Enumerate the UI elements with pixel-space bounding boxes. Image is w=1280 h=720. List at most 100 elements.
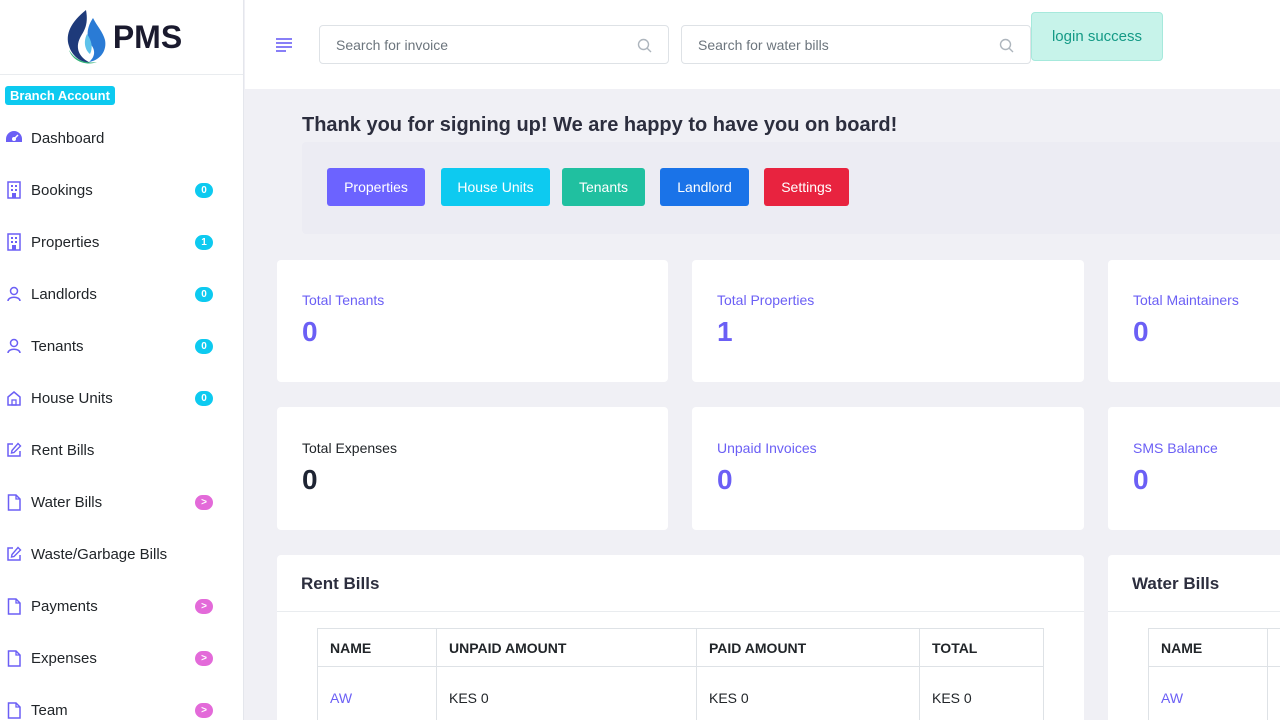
branch-account-badge: Branch Account bbox=[5, 86, 115, 105]
stat-value: 0 bbox=[1133, 316, 1149, 347]
stat-label: Total Tenants bbox=[302, 292, 385, 308]
invoice-search-box bbox=[319, 25, 669, 64]
login-success-toast: login success bbox=[1031, 12, 1163, 61]
stat-value: 0 bbox=[1133, 464, 1149, 495]
menu-toggle-icon[interactable] bbox=[275, 36, 293, 52]
rent-bills-title: Rent Bills bbox=[301, 574, 380, 593]
count-badge: 0 bbox=[195, 390, 213, 406]
stat-label: Total Expenses bbox=[302, 440, 397, 456]
expand-badge: > bbox=[195, 494, 213, 510]
count-badge: 0 bbox=[195, 182, 213, 198]
sidebar-item-label: House Units bbox=[31, 389, 113, 407]
count-badge: 0 bbox=[195, 286, 213, 302]
stat-card-total-tenants[interactable]: Total Tenants 0 bbox=[277, 260, 668, 382]
name-cell: AW bbox=[317, 666, 437, 720]
column-header: PAID AMOUNT bbox=[696, 628, 920, 667]
welcome-title: Thank you for signing up! We are happy t… bbox=[302, 114, 898, 136]
house-units-button[interactable]: House Units bbox=[441, 168, 550, 206]
landlord-button[interactable]: Landlord bbox=[660, 168, 749, 206]
dashboard-icon bbox=[5, 129, 23, 147]
stat-value: 0 bbox=[717, 464, 733, 495]
stat-label: Total Properties bbox=[717, 292, 815, 308]
sidebar-item-label: Bookings bbox=[31, 181, 93, 199]
water-bills-search-input[interactable] bbox=[682, 36, 982, 53]
invoice-search-input[interactable] bbox=[320, 36, 620, 53]
sidebar-item-properties[interactable]: Properties 1 bbox=[0, 216, 243, 268]
file-icon bbox=[5, 597, 23, 615]
sidebar-item-label: Properties bbox=[31, 233, 100, 251]
settings-button[interactable]: Settings bbox=[764, 168, 849, 206]
tenant-name-link[interactable]: AW bbox=[1161, 690, 1183, 706]
stat-label: SMS Balance bbox=[1133, 440, 1218, 456]
quick-actions: Properties House Units Tenants Landlord … bbox=[302, 142, 1280, 234]
file-icon bbox=[5, 649, 23, 667]
column-header: UNPAID AMOUNT bbox=[436, 628, 697, 667]
expand-badge: > bbox=[195, 702, 213, 718]
sidebar-item-waste-garbage-bills[interactable]: Waste/Garbage Bills bbox=[0, 528, 243, 580]
divider bbox=[1108, 611, 1280, 612]
water-bills-card: Water Bills NAME AW bbox=[1108, 555, 1280, 720]
tenants-button[interactable]: Tenants bbox=[562, 168, 645, 206]
flame-logo-icon bbox=[67, 10, 106, 64]
sidebar-item-bookings[interactable]: Bookings 0 bbox=[0, 164, 243, 216]
empty-cell bbox=[1267, 666, 1280, 720]
water-bills-table: NAME AW bbox=[1148, 628, 1280, 720]
sidebar-menu: Dashboard Bookings 0 Properties 1 Landlo… bbox=[0, 112, 243, 720]
sidebar-item-label: Payments bbox=[31, 597, 98, 615]
building-icon bbox=[5, 233, 23, 251]
edit-icon bbox=[5, 545, 23, 563]
name-cell: AW bbox=[1148, 666, 1268, 720]
rent-bills-table: NAME UNPAID AMOUNT PAID AMOUNT TOTAL AW … bbox=[317, 628, 1044, 720]
sidebar-item-rent-bills[interactable]: Rent Bills bbox=[0, 424, 243, 476]
expand-badge: > bbox=[195, 598, 213, 614]
sidebar-item-payments[interactable]: Payments > bbox=[0, 580, 243, 632]
table-row: AW bbox=[1148, 666, 1280, 720]
sidebar-item-dashboard[interactable]: Dashboard bbox=[0, 112, 243, 164]
user-icon bbox=[5, 285, 23, 303]
sidebar-item-team[interactable]: Team > bbox=[0, 684, 243, 720]
stat-card-total-maintainers[interactable]: Total Maintainers 0 bbox=[1108, 260, 1280, 382]
sidebar-item-water-bills[interactable]: Water Bills > bbox=[0, 476, 243, 528]
table-header-row: NAME UNPAID AMOUNT PAID AMOUNT TOTAL bbox=[317, 628, 1044, 667]
divider bbox=[277, 611, 1084, 612]
unpaid-amount-cell: KES 0 bbox=[436, 666, 697, 720]
sidebar-item-label: Water Bills bbox=[31, 493, 103, 511]
table-header-row: NAME bbox=[1148, 628, 1280, 667]
brand-name: PMS bbox=[112, 18, 183, 55]
sidebar-item-expenses[interactable]: Expenses > bbox=[0, 632, 243, 684]
stat-value: 0 bbox=[302, 316, 318, 347]
sidebar-item-landlords[interactable]: Landlords 0 bbox=[0, 268, 243, 320]
sidebar-item-label: Rent Bills bbox=[31, 441, 95, 459]
sidebar-item-house-units[interactable]: House Units 0 bbox=[0, 372, 243, 424]
sidebar: PMS Branch Account Dashboard Bookings 0 … bbox=[0, 0, 244, 720]
water-bills-search-box bbox=[681, 25, 1031, 64]
building-icon bbox=[5, 181, 23, 199]
search-icon[interactable] bbox=[637, 38, 652, 53]
stat-value: 1 bbox=[717, 316, 733, 347]
total-cell: KES 0 bbox=[919, 666, 1044, 720]
brand-logo[interactable]: PMS bbox=[0, 0, 243, 75]
count-badge: 0 bbox=[195, 338, 213, 354]
stat-card-total-properties[interactable]: Total Properties 1 bbox=[692, 260, 1084, 382]
table-row: AW KES 0 KES 0 KES 0 bbox=[317, 666, 1044, 720]
search-icon[interactable] bbox=[999, 38, 1014, 53]
sidebar-item-label: Team bbox=[31, 701, 68, 719]
stat-value: 0 bbox=[302, 464, 318, 495]
expand-badge: > bbox=[195, 650, 213, 666]
user-icon bbox=[5, 337, 23, 355]
stat-card-unpaid-invoices[interactable]: Unpaid Invoices 0 bbox=[692, 407, 1084, 530]
sidebar-item-tenants[interactable]: Tenants 0 bbox=[0, 320, 243, 372]
sidebar-item-label: Tenants bbox=[31, 337, 84, 355]
stat-card-sms-balance[interactable]: SMS Balance 0 bbox=[1108, 407, 1280, 530]
tenant-name-link[interactable]: AW bbox=[330, 690, 352, 706]
column-header: NAME bbox=[1148, 628, 1268, 667]
stat-label: Total Maintainers bbox=[1133, 292, 1239, 308]
count-badge: 1 bbox=[195, 234, 213, 250]
sidebar-item-label: Dashboard bbox=[31, 129, 105, 147]
top-header: login success bbox=[245, 0, 1280, 89]
properties-button[interactable]: Properties bbox=[327, 168, 425, 206]
home-icon bbox=[5, 389, 23, 407]
stat-card-total-expenses[interactable]: Total Expenses 0 bbox=[277, 407, 668, 530]
column-header: TOTAL bbox=[919, 628, 1044, 667]
column-header: NAME bbox=[317, 628, 437, 667]
